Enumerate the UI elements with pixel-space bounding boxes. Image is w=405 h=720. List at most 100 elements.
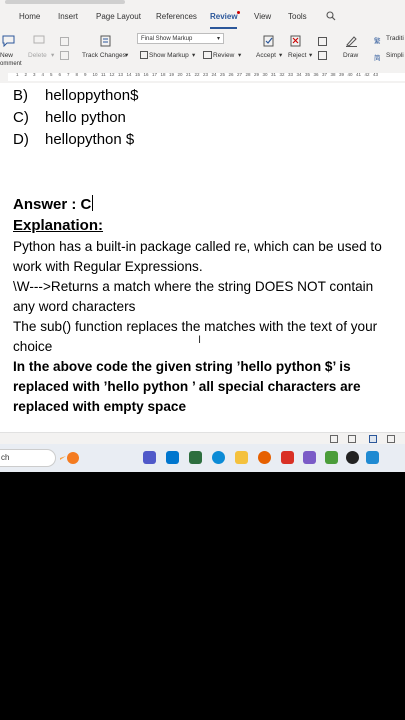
traditional-chinese-icon: 繁 <box>374 38 381 45</box>
wps-office-icon[interactable] <box>281 451 294 464</box>
web-layout-icon[interactable] <box>387 435 395 443</box>
file-explorer-icon[interactable] <box>235 451 248 464</box>
text-cursor <box>92 195 94 211</box>
ruler-number: 29 <box>254 72 260 77</box>
tab-insert[interactable]: Insert <box>58 12 78 21</box>
ruler-number: 37 <box>322 72 328 77</box>
notepad-icon[interactable] <box>325 451 338 464</box>
answer-text: Answer : C <box>13 196 92 213</box>
markup-mode-value: Final Show Markup <box>141 36 193 42</box>
read-mode-icon[interactable] <box>348 435 356 443</box>
option-text: helloppython$ <box>45 87 139 104</box>
tab-view[interactable]: View <box>254 12 271 21</box>
tab-home[interactable]: Home <box>19 12 40 21</box>
track-changes-icon[interactable] <box>100 35 111 47</box>
view-mode-icon[interactable] <box>330 435 338 443</box>
ruler-number: 5 <box>50 72 53 77</box>
ruler-number: 36 <box>313 72 319 77</box>
ruler-number: 20 <box>177 72 183 77</box>
accept-button[interactable]: Accept <box>256 52 276 59</box>
photos-icon[interactable] <box>303 451 316 464</box>
ruler-number: 30 <box>262 72 268 77</box>
new-comment-button[interactable]: New <box>0 52 13 59</box>
ruler-number: 23 <box>203 72 209 77</box>
simplified-chinese-button[interactable]: Simpli <box>386 52 404 59</box>
ruler-number: 27 <box>237 72 243 77</box>
ruler-number: 1 <box>16 72 19 77</box>
review-dropdown-icon[interactable]: ▾ <box>238 51 241 59</box>
track-changes-button[interactable]: Track Changes <box>82 52 126 59</box>
ruler-number: 25 <box>220 72 226 77</box>
option-text: hellopython $ <box>45 131 135 148</box>
track-changes-dropdown-icon[interactable]: ▾ <box>125 51 128 59</box>
ruler-number: 18 <box>160 72 166 77</box>
reject-button[interactable]: Reject <box>288 52 306 59</box>
explanation-paragraph-2: \W--->Returns a match where the string D… <box>13 279 374 314</box>
tab-page-layout[interactable]: Page Layout <box>96 12 141 21</box>
store-icon[interactable] <box>189 451 202 464</box>
option-text: hello python <box>45 109 126 126</box>
ruler-number: 21 <box>186 72 192 77</box>
ruler-number: 11 <box>101 72 106 77</box>
accept-dropdown-icon[interactable]: ▾ <box>279 51 282 59</box>
new-comment-icon[interactable] <box>2 35 15 47</box>
print-layout-icon[interactable] <box>369 435 377 443</box>
word-processor-window: Home Insert Page Layout References Revie… <box>0 0 405 472</box>
mouse-ibeam-cursor-icon: I <box>198 334 202 346</box>
show-markup-button[interactable]: Show Markup <box>149 52 189 59</box>
delete-dropdown-icon: ▾ <box>51 52 55 59</box>
obs-icon[interactable] <box>346 451 359 464</box>
tab-tools[interactable]: Tools <box>288 12 307 21</box>
tab-review[interactable]: Review <box>210 12 238 21</box>
traditional-chinese-button[interactable]: Traditi <box>386 35 404 42</box>
markup-mode-select[interactable]: Final Show Markup ▾ <box>137 33 224 44</box>
ruler-number: 24 <box>211 72 217 77</box>
review-pane-button[interactable]: Review <box>213 52 234 59</box>
ruler-number: 14 <box>126 72 132 77</box>
option-d: D) hellopython $ <box>13 131 134 148</box>
accept-icon[interactable] <box>263 35 275 47</box>
ruler-number: 26 <box>228 72 234 77</box>
taskbar-search-box[interactable]: ch <box>0 449 56 467</box>
review-ribbon: New omment Delete ▾ Track Changes ▾ Fina… <box>0 29 405 72</box>
simplified-chinese-icon: 简 <box>374 55 381 62</box>
next-change-icon[interactable] <box>318 51 327 60</box>
draw-pen-icon[interactable] <box>345 34 358 47</box>
ruler-number: 13 <box>118 72 124 77</box>
ruler-number: 28 <box>245 72 251 77</box>
ruler-number: 38 <box>330 72 336 77</box>
reject-icon[interactable] <box>290 35 302 47</box>
teams-icon[interactable] <box>143 451 156 464</box>
ruler-number: 7 <box>67 72 70 77</box>
option-c: C) hello python <box>13 109 126 126</box>
ruler-number: 16 <box>143 72 149 77</box>
draw-button[interactable]: Draw <box>343 52 358 59</box>
show-markup-dropdown-icon[interactable]: ▾ <box>192 51 195 59</box>
search-icon[interactable] <box>326 11 336 21</box>
document-page[interactable]: B) helloppython$ C) hello python D) hellopy… <box>0 83 405 432</box>
search-text: ch <box>1 453 10 462</box>
ruler-number: 19 <box>169 72 175 77</box>
ruler-number: 22 <box>194 72 200 77</box>
ruler-number: 32 <box>279 72 285 77</box>
tab-references[interactable]: References <box>156 12 197 21</box>
ruler-number: 10 <box>92 72 98 77</box>
dell-icon[interactable] <box>166 451 179 464</box>
next-comment-icon <box>60 51 69 60</box>
option-label: C) <box>13 109 29 126</box>
edge-icon[interactable] <box>212 451 225 464</box>
chevron-down-icon: ▾ <box>216 36 220 42</box>
ribbon-tabs: Home Insert Page Layout References Revie… <box>0 5 405 29</box>
previous-change-icon[interactable] <box>318 37 327 46</box>
ruler-number: 35 <box>305 72 311 77</box>
new-comment-label-2: omment <box>0 61 22 67</box>
weather-icon[interactable] <box>60 450 86 466</box>
vscode-icon[interactable] <box>366 451 379 464</box>
explanation-heading: Explanation: <box>13 217 104 234</box>
option-b: B) helloppython$ <box>13 87 138 104</box>
ruler-number: 6 <box>58 72 62 77</box>
firefox-icon[interactable] <box>258 451 271 464</box>
ruler-number: 41 <box>356 72 362 77</box>
reject-dropdown-icon[interactable]: ▾ <box>309 51 312 59</box>
ruler-number: 8 <box>75 72 79 77</box>
